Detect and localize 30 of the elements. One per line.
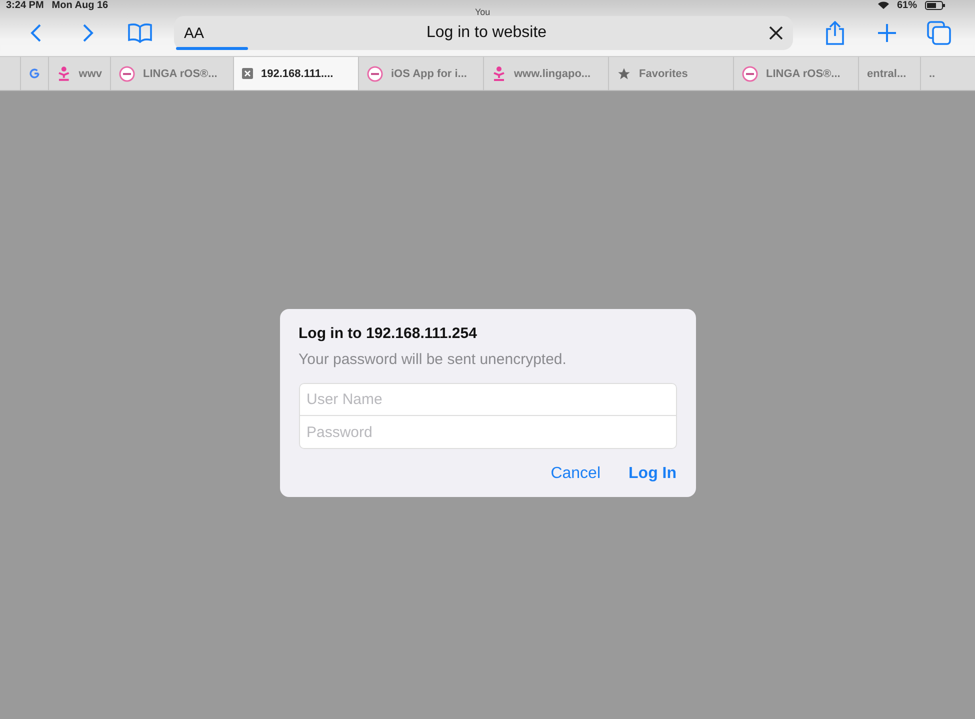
dialog-message: Your password will be sent unencrypted.: [298, 351, 568, 368]
chevron-left-icon: [30, 23, 42, 43]
address-bar[interactable]: AA Log in to website: [174, 16, 793, 50]
plus-icon: [877, 23, 897, 43]
chevron-right-icon: [82, 23, 94, 43]
circle-logo-icon: [119, 66, 135, 82]
squares-icon: [927, 21, 951, 45]
battery-percent: 61%: [896, 0, 917, 10]
figure-icon: [57, 66, 71, 82]
page-title: Log in to website: [425, 24, 548, 42]
book-icon: [128, 23, 152, 43]
close-icon[interactable]: [769, 26, 783, 40]
reader-button[interactable]: AA: [184, 24, 204, 42]
wifi-icon: [878, 1, 889, 9]
status-date: Mon Aug 16: [52, 0, 108, 10]
circle-logo-icon: [367, 66, 383, 82]
figure-icon: [492, 66, 506, 82]
login-button[interactable]: Log In: [628, 465, 676, 483]
battery-icon: [925, 0, 945, 10]
cancel-button[interactable]: Cancel: [550, 465, 601, 483]
shared-by-label: You: [475, 7, 490, 17]
share-icon: [825, 21, 845, 45]
input-field[interactable]: User Name: [298, 383, 676, 416]
star-icon: [617, 66, 631, 80]
dialog-title: Log in to 192.168.111.254: [298, 325, 478, 342]
circle-logo-icon: [742, 66, 758, 82]
browser-tab[interactable]: 192.168.111....: [233, 57, 358, 90]
input-field[interactable]: Password: [298, 416, 676, 449]
g-logo-icon: [29, 67, 40, 80]
status-time: 3:24 PM: [6, 0, 44, 10]
